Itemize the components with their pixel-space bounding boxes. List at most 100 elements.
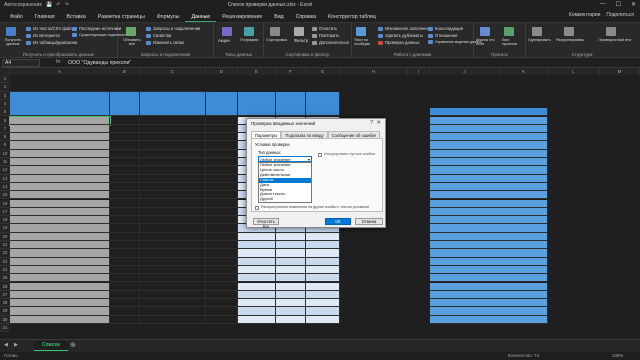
table-cell[interactable] xyxy=(306,265,340,275)
table-cell[interactable] xyxy=(140,216,206,225)
reference-cell[interactable] xyxy=(430,207,548,217)
comments-button[interactable]: Комментарии xyxy=(569,12,601,18)
recent-sources-button[interactable]: Последние источники xyxy=(72,26,121,31)
table-cell[interactable] xyxy=(276,315,306,324)
table-cell[interactable] xyxy=(10,224,110,233)
table-cell[interactable] xyxy=(110,315,140,324)
reference-cell[interactable] xyxy=(430,182,548,192)
table-cell[interactable] xyxy=(110,224,140,233)
table-cell[interactable] xyxy=(206,174,238,183)
reference-cell[interactable] xyxy=(430,265,548,275)
table-cell[interactable] xyxy=(238,299,276,308)
table-cell[interactable] xyxy=(110,124,140,134)
column-header[interactable]: F xyxy=(276,68,306,75)
table-cell[interactable] xyxy=(10,299,110,308)
column-header[interactable]: C xyxy=(140,68,206,75)
row-header[interactable]: 23 xyxy=(0,257,10,266)
table-cell[interactable] xyxy=(110,290,140,300)
row-header[interactable]: 11 xyxy=(0,158,10,167)
reference-cell[interactable] xyxy=(430,274,548,283)
stocks-icon[interactable] xyxy=(222,27,232,36)
table-cell[interactable] xyxy=(238,265,276,275)
relationships-button[interactable]: Отношения xyxy=(428,33,457,38)
edit-links-button[interactable]: Изменить связи xyxy=(146,40,184,45)
reference-cell[interactable] xyxy=(430,257,548,266)
tab-insert[interactable]: Вставка xyxy=(61,12,92,22)
tab-page-layout[interactable]: Разметка страницы xyxy=(92,12,151,22)
share-button[interactable]: Поделиться xyxy=(606,12,634,18)
clear-all-button[interactable]: Очистить все xyxy=(253,218,279,229)
table-cell[interactable] xyxy=(238,307,276,316)
select-all-corner[interactable] xyxy=(0,68,10,75)
what-if-button[interactable]: Анализ что если xyxy=(476,38,498,46)
ungroup-button[interactable]: Разгруппировать xyxy=(556,38,584,42)
table-cell[interactable] xyxy=(10,265,110,275)
table-cell[interactable] xyxy=(306,290,340,300)
table-cell[interactable] xyxy=(10,191,110,200)
table-cell[interactable] xyxy=(206,257,238,266)
table-cell[interactable] xyxy=(140,158,206,167)
sheet-tab-list[interactable]: Список xyxy=(34,341,69,351)
refresh-all-button[interactable]: Обновить все xyxy=(120,38,144,46)
table-cell[interactable] xyxy=(110,141,140,150)
data-validation-button[interactable]: Проверка данных xyxy=(378,40,419,45)
text-to-columns-icon[interactable] xyxy=(356,27,366,36)
filter-button[interactable]: Фильтр xyxy=(294,38,308,43)
cancel-button[interactable]: Отмена xyxy=(355,218,383,225)
table-cell[interactable] xyxy=(110,274,140,283)
table-header-cell[interactable] xyxy=(140,91,206,117)
from-web-button[interactable]: Из Интернета xyxy=(26,33,60,38)
table-cell[interactable] xyxy=(306,299,340,308)
table-cell[interactable] xyxy=(110,257,140,266)
reference-cell[interactable] xyxy=(430,191,548,200)
minimize-button[interactable]: — xyxy=(600,1,606,8)
row-header[interactable]: 7 xyxy=(0,124,10,134)
column-header[interactable]: B xyxy=(110,68,140,75)
dropdown-option[interactable]: Другой xyxy=(259,196,311,202)
ignore-blank-checkbox[interactable] xyxy=(318,153,322,157)
table-cell[interactable] xyxy=(140,149,206,158)
table-header-cell[interactable] xyxy=(238,91,276,117)
row-header[interactable]: 19 xyxy=(0,224,10,233)
table-cell[interactable] xyxy=(10,182,110,192)
table-cell[interactable] xyxy=(10,124,110,134)
table-cell[interactable] xyxy=(110,182,140,192)
table-cell[interactable] xyxy=(276,241,306,250)
forecast-sheet-button[interactable]: Лист прогноза xyxy=(502,38,524,46)
flash-fill-button[interactable]: Мгновенное заполнение xyxy=(378,26,432,31)
table-cell[interactable] xyxy=(140,282,206,291)
filter-icon[interactable] xyxy=(294,27,304,36)
table-cell[interactable] xyxy=(206,282,238,291)
tab-review[interactable]: Рецензирование xyxy=(216,12,268,22)
table-cell[interactable] xyxy=(140,299,206,308)
table-cell[interactable] xyxy=(140,274,206,283)
table-cell[interactable] xyxy=(110,149,140,158)
table-cell[interactable] xyxy=(238,257,276,266)
table-cell[interactable] xyxy=(110,199,140,208)
reference-cell[interactable] xyxy=(430,174,548,183)
table-cell[interactable] xyxy=(206,299,238,308)
table-cell[interactable] xyxy=(206,224,238,233)
table-cell[interactable] xyxy=(140,124,206,134)
table-cell[interactable] xyxy=(206,158,238,167)
reference-cell[interactable] xyxy=(430,133,548,142)
column-header[interactable]: E xyxy=(238,68,276,75)
table-cell[interactable] xyxy=(306,282,340,291)
table-header-cell[interactable] xyxy=(206,91,238,117)
table-cell[interactable] xyxy=(206,315,238,324)
zoom-level[interactable]: 100% xyxy=(612,353,623,358)
stocks-button[interactable]: Акции xyxy=(218,38,230,43)
what-if-icon[interactable] xyxy=(480,27,490,36)
table-cell[interactable] xyxy=(276,257,306,266)
row-header[interactable]: 15 xyxy=(0,191,10,200)
table-cell[interactable] xyxy=(206,207,238,217)
remove-duplicates-button[interactable]: Удалить дубликаты xyxy=(378,33,423,38)
table-cell[interactable] xyxy=(276,290,306,300)
reference-cell[interactable] xyxy=(430,216,548,225)
reference-cell[interactable] xyxy=(430,315,548,324)
row-header[interactable]: 25 xyxy=(0,274,10,283)
table-cell[interactable] xyxy=(206,133,238,142)
name-box[interactable]: A4 xyxy=(2,59,40,67)
ungroup-icon[interactable] xyxy=(564,27,574,36)
row-header[interactable]: 14 xyxy=(0,182,10,192)
